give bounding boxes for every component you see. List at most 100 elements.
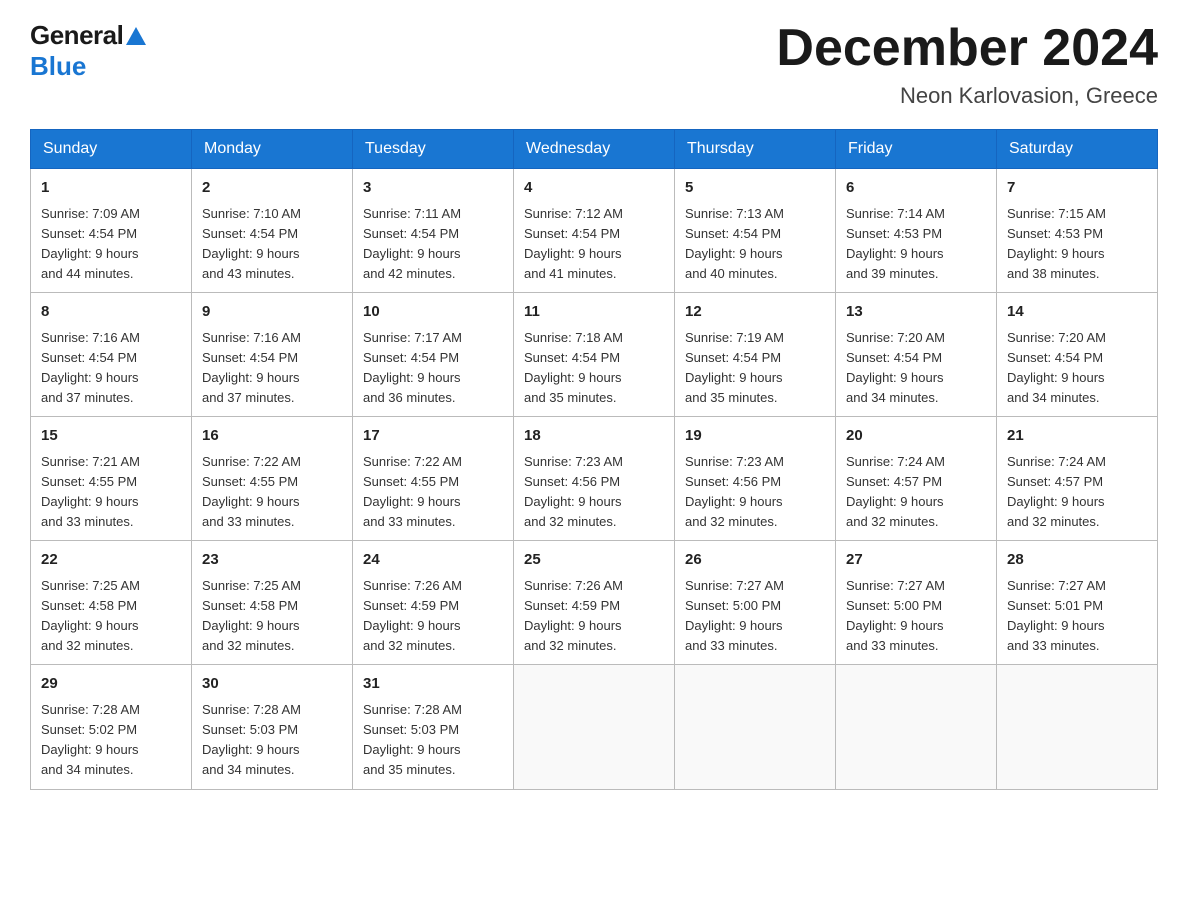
day-number: 4 xyxy=(524,177,664,200)
day-info: Sunrise: 7:25 AMSunset: 4:58 PMDaylight:… xyxy=(41,576,181,657)
day-number: 24 xyxy=(363,549,503,572)
location-title: Neon Karlovasion, Greece xyxy=(776,83,1158,109)
calendar-day-cell: 14Sunrise: 7:20 AMSunset: 4:54 PMDayligh… xyxy=(997,293,1158,417)
day-info: Sunrise: 7:25 AMSunset: 4:58 PMDaylight:… xyxy=(202,576,342,657)
calendar-day-cell: 20 Sunrise: 7:24 AMSunset: 4:57 PMDayligh… xyxy=(836,417,997,541)
calendar-day-cell: 28 Sunrise: 7:27 AMSunset: 5:01 PMDayligh… xyxy=(997,541,1158,665)
day-info: Sunrise: 7:09 AMSunset: 4:54 PMDaylight:… xyxy=(41,204,181,285)
day-info: Sunrise: 7:28 AMSunset: 5:03 PMDaylight:… xyxy=(202,700,342,781)
logo-blue-text: Blue xyxy=(30,51,86,81)
calendar-week-row: 8Sunrise: 7:16 AMSunset: 4:54 PMDaylight… xyxy=(31,293,1158,417)
calendar-table: SundayMondayTuesdayWednesdayThursdayFrid… xyxy=(30,129,1158,789)
calendar-week-row: 1 Sunrise: 7:09 AMSunset: 4:54 PMDaylight… xyxy=(31,169,1158,293)
day-info: Sunrise: 7:17 AMSunset: 4:54 PMDaylight:… xyxy=(363,328,503,409)
day-number: 27 xyxy=(846,549,986,572)
day-info: Sunrise: 7:16 AMSunset: 4:54 PMDaylight:… xyxy=(202,328,342,409)
day-info: Sunrise: 7:15 AMSunset: 4:53 PMDaylight:… xyxy=(1007,204,1147,285)
day-number: 5 xyxy=(685,177,825,200)
day-info: Sunrise: 7:20 AMSunset: 4:54 PMDaylight:… xyxy=(846,328,986,409)
day-number: 11 xyxy=(524,301,664,324)
day-number: 31 xyxy=(363,673,503,696)
day-number: 7 xyxy=(1007,177,1147,200)
day-info: Sunrise: 7:13 AMSunset: 4:54 PMDaylight:… xyxy=(685,204,825,285)
day-number: 29 xyxy=(41,673,181,696)
day-number: 15 xyxy=(41,425,181,448)
day-info: Sunrise: 7:23 AMSunset: 4:56 PMDaylight:… xyxy=(685,452,825,533)
calendar-day-cell: 15 Sunrise: 7:21 AMSunset: 4:55 PMDayligh… xyxy=(31,417,192,541)
day-number: 6 xyxy=(846,177,986,200)
calendar-day-cell: 16Sunrise: 7:22 AMSunset: 4:55 PMDayligh… xyxy=(192,417,353,541)
weekday-header-monday: Monday xyxy=(192,130,353,169)
calendar-week-row: 29 Sunrise: 7:28 AMSunset: 5:02 PMDayligh… xyxy=(31,665,1158,789)
day-number: 3 xyxy=(363,177,503,200)
day-info: Sunrise: 7:22 AMSunset: 4:55 PMDaylight:… xyxy=(363,452,503,533)
day-info: Sunrise: 7:21 AMSunset: 4:55 PMDaylight:… xyxy=(41,452,181,533)
calendar-day-cell: 22 Sunrise: 7:25 AMSunset: 4:58 PMDayligh… xyxy=(31,541,192,665)
day-number: 30 xyxy=(202,673,342,696)
calendar-day-cell: 1 Sunrise: 7:09 AMSunset: 4:54 PMDaylight… xyxy=(31,169,192,293)
calendar-day-cell: 21Sunrise: 7:24 AMSunset: 4:57 PMDayligh… xyxy=(997,417,1158,541)
weekday-header-saturday: Saturday xyxy=(997,130,1158,169)
calendar-day-cell: 4 Sunrise: 7:12 AMSunset: 4:54 PMDaylight… xyxy=(514,169,675,293)
day-info: Sunrise: 7:10 AMSunset: 4:54 PMDaylight:… xyxy=(202,204,342,285)
calendar-day-cell: 24 Sunrise: 7:26 AMSunset: 4:59 PMDayligh… xyxy=(353,541,514,665)
calendar-day-cell xyxy=(675,665,836,789)
logo-general-text: General xyxy=(30,20,123,51)
day-info: Sunrise: 7:26 AMSunset: 4:59 PMDaylight:… xyxy=(524,576,664,657)
day-number: 14 xyxy=(1007,301,1147,324)
calendar-day-cell: 6 Sunrise: 7:14 AMSunset: 4:53 PMDaylight… xyxy=(836,169,997,293)
day-info: Sunrise: 7:26 AMSunset: 4:59 PMDaylight:… xyxy=(363,576,503,657)
calendar-day-cell xyxy=(997,665,1158,789)
day-info: Sunrise: 7:16 AMSunset: 4:54 PMDaylight:… xyxy=(41,328,181,409)
calendar-day-cell: 13Sunrise: 7:20 AMSunset: 4:54 PMDayligh… xyxy=(836,293,997,417)
day-number: 26 xyxy=(685,549,825,572)
calendar-day-cell: 27Sunrise: 7:27 AMSunset: 5:00 PMDayligh… xyxy=(836,541,997,665)
calendar-day-cell: 7 Sunrise: 7:15 AMSunset: 4:53 PMDaylight… xyxy=(997,169,1158,293)
day-number: 23 xyxy=(202,549,342,572)
day-info: Sunrise: 7:23 AMSunset: 4:56 PMDaylight:… xyxy=(524,452,664,533)
day-number: 2 xyxy=(202,177,342,200)
day-info: Sunrise: 7:14 AMSunset: 4:53 PMDaylight:… xyxy=(846,204,986,285)
calendar-week-row: 22 Sunrise: 7:25 AMSunset: 4:58 PMDayligh… xyxy=(31,541,1158,665)
day-info: Sunrise: 7:22 AMSunset: 4:55 PMDaylight:… xyxy=(202,452,342,533)
day-number: 20 xyxy=(846,425,986,448)
weekday-header-sunday: Sunday xyxy=(31,130,192,169)
day-number: 12 xyxy=(685,301,825,324)
day-number: 22 xyxy=(41,549,181,572)
day-number: 1 xyxy=(41,177,181,200)
day-info: Sunrise: 7:19 AMSunset: 4:54 PMDaylight:… xyxy=(685,328,825,409)
day-number: 17 xyxy=(363,425,503,448)
calendar-day-cell: 12 Sunrise: 7:19 AMSunset: 4:54 PMDayligh… xyxy=(675,293,836,417)
calendar-day-cell: 11Sunrise: 7:18 AMSunset: 4:54 PMDayligh… xyxy=(514,293,675,417)
day-info: Sunrise: 7:12 AMSunset: 4:54 PMDaylight:… xyxy=(524,204,664,285)
calendar-week-row: 15 Sunrise: 7:21 AMSunset: 4:55 PMDayligh… xyxy=(31,417,1158,541)
day-info: Sunrise: 7:27 AMSunset: 5:01 PMDaylight:… xyxy=(1007,576,1147,657)
weekday-header-wednesday: Wednesday xyxy=(514,130,675,169)
month-title: December 2024 xyxy=(776,20,1158,77)
weekday-header-tuesday: Tuesday xyxy=(353,130,514,169)
calendar-day-cell xyxy=(514,665,675,789)
day-number: 28 xyxy=(1007,549,1147,572)
day-number: 18 xyxy=(524,425,664,448)
calendar-day-cell: 10 Sunrise: 7:17 AMSunset: 4:54 PMDayligh… xyxy=(353,293,514,417)
calendar-day-cell: 9Sunrise: 7:16 AMSunset: 4:54 PMDaylight… xyxy=(192,293,353,417)
day-info: Sunrise: 7:24 AMSunset: 4:57 PMDaylight:… xyxy=(846,452,986,533)
logo-triangle-icon xyxy=(126,27,146,50)
day-info: Sunrise: 7:24 AMSunset: 4:57 PMDaylight:… xyxy=(1007,452,1147,533)
day-info: Sunrise: 7:28 AMSunset: 5:02 PMDaylight:… xyxy=(41,700,181,781)
day-number: 10 xyxy=(363,301,503,324)
calendar-day-cell: 19Sunrise: 7:23 AMSunset: 4:56 PMDayligh… xyxy=(675,417,836,541)
page-header: General Blue December 2024 Neon Karlovas… xyxy=(30,20,1158,109)
calendar-day-cell: 29 Sunrise: 7:28 AMSunset: 5:02 PMDayligh… xyxy=(31,665,192,789)
day-info: Sunrise: 7:27 AMSunset: 5:00 PMDaylight:… xyxy=(685,576,825,657)
weekday-header-thursday: Thursday xyxy=(675,130,836,169)
title-section: December 2024 Neon Karlovasion, Greece xyxy=(776,20,1158,109)
calendar-day-cell: 31 Sunrise: 7:28 AMSunset: 5:03 PMDayligh… xyxy=(353,665,514,789)
calendar-day-cell: 25 Sunrise: 7:26 AMSunset: 4:59 PMDayligh… xyxy=(514,541,675,665)
calendar-day-cell: 23 Sunrise: 7:25 AMSunset: 4:58 PMDayligh… xyxy=(192,541,353,665)
calendar-day-cell: 26 Sunrise: 7:27 AMSunset: 5:00 PMDayligh… xyxy=(675,541,836,665)
logo: General Blue xyxy=(30,20,146,82)
day-number: 25 xyxy=(524,549,664,572)
day-info: Sunrise: 7:28 AMSunset: 5:03 PMDaylight:… xyxy=(363,700,503,781)
calendar-day-cell: 8Sunrise: 7:16 AMSunset: 4:54 PMDaylight… xyxy=(31,293,192,417)
